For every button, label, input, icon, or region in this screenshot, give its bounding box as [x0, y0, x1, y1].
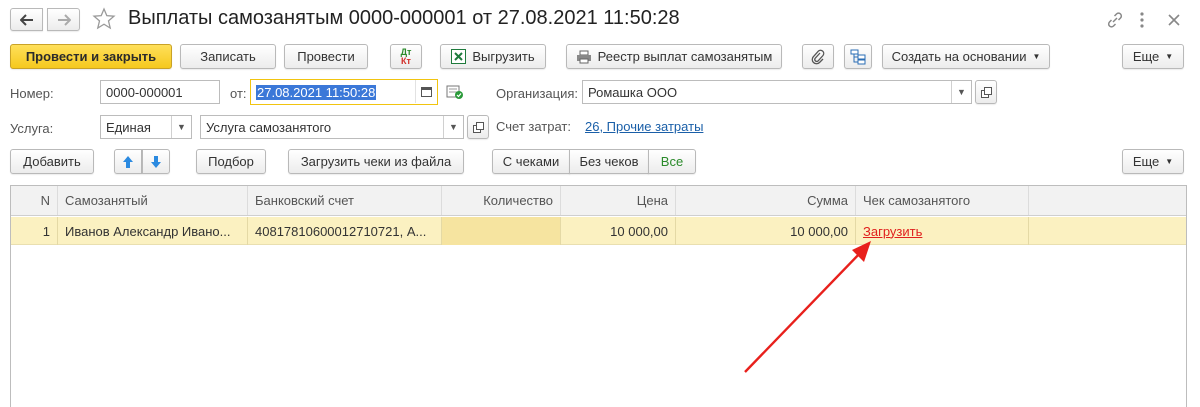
- number-label: Номер:: [10, 86, 54, 101]
- number-value: 0000-000001: [106, 84, 183, 100]
- organization-value: Ромашка ООО: [588, 84, 678, 100]
- add-row-label: Добавить: [23, 154, 81, 169]
- date-value: 27.08.2021 11:50:28: [256, 84, 377, 100]
- structure-button[interactable]: [844, 44, 872, 69]
- export-button[interactable]: Выгрузить: [440, 44, 546, 69]
- chevron-down-icon[interactable]: ▼: [443, 116, 463, 138]
- filter-with-receipts-button[interactable]: С чеками: [492, 149, 570, 174]
- row-account: 40817810600012710721, А...: [248, 217, 442, 245]
- close-icon[interactable]: [1166, 12, 1182, 28]
- write-label: Записать: [200, 49, 256, 64]
- filter-with-label: С чеками: [502, 154, 560, 169]
- move-up-button[interactable]: [114, 149, 142, 174]
- add-row-button[interactable]: Добавить: [10, 149, 94, 174]
- organization-label: Организация:: [496, 86, 579, 101]
- pick-label: Подбор: [208, 154, 254, 169]
- column-header-n[interactable]: N: [11, 186, 58, 215]
- chevron-down-icon[interactable]: ▼: [171, 116, 191, 138]
- open-form-icon: [472, 121, 484, 133]
- chevron-down-icon: ▼: [1165, 52, 1174, 61]
- paperclip-icon: [811, 49, 825, 64]
- create-based-label: Создать на основании: [891, 49, 1027, 64]
- back-button[interactable]: [10, 8, 43, 31]
- excel-icon: [451, 49, 467, 64]
- service-label: Услуга:: [10, 121, 54, 136]
- date-label: от:: [230, 86, 247, 101]
- number-field[interactable]: 0000-000001: [100, 80, 220, 104]
- load-receipts-button[interactable]: Загрузить чеки из файла: [288, 149, 464, 174]
- service-open-button[interactable]: [467, 115, 489, 139]
- arrow-down-icon: [151, 155, 161, 168]
- table-header: N Самозанятый Банковский счет Количество…: [11, 186, 1186, 216]
- printer-icon: [576, 50, 591, 63]
- write-button[interactable]: Записать: [180, 44, 276, 69]
- more-dots-icon[interactable]: [1138, 11, 1146, 29]
- filter-without-label: Без чеков: [579, 154, 639, 169]
- forward-button[interactable]: [47, 8, 80, 31]
- post-and-close-button[interactable]: Провести и закрыть: [10, 44, 172, 69]
- more-button-table[interactable]: Еще ▼: [1122, 149, 1184, 174]
- registry-label: Реестр выплат самозанятым: [597, 49, 773, 64]
- cost-account-link[interactable]: 26, Прочие затраты: [585, 119, 703, 134]
- chevron-down-icon[interactable]: ▼: [951, 81, 971, 103]
- row-sum: 10 000,00: [676, 217, 856, 245]
- move-down-button[interactable]: [142, 149, 170, 174]
- payments-table[interactable]: N Самозанятый Банковский счет Количество…: [10, 185, 1187, 407]
- window-title: Выплаты самозанятым 0000-000001 от 27.08…: [128, 7, 680, 29]
- arrow-right-icon: [57, 13, 71, 26]
- filter-without-receipts-button[interactable]: Без чеков: [569, 149, 649, 174]
- link-icon[interactable]: [1106, 11, 1124, 29]
- favorite-star-icon[interactable]: [92, 7, 116, 31]
- post-button[interactable]: Провести: [284, 44, 368, 69]
- service-value: Услуга самозанятого: [206, 119, 332, 135]
- post-label: Провести: [297, 49, 355, 64]
- service-type-value: Единая: [106, 119, 151, 135]
- service-field[interactable]: Услуга самозанятого ▼: [200, 115, 464, 139]
- export-label: Выгрузить: [472, 49, 535, 64]
- more-label-top: Еще: [1132, 49, 1160, 64]
- table-row[interactable]: 1 Иванов Александр Ивано... 408178106000…: [11, 217, 1186, 245]
- more-button-top[interactable]: Еще ▼: [1122, 44, 1184, 69]
- filter-all-button[interactable]: Все: [648, 149, 696, 174]
- create-based-button[interactable]: Создать на основании ▼: [882, 44, 1050, 69]
- load-receipt-link[interactable]: Загрузить: [863, 224, 922, 239]
- more-label-table: Еще: [1132, 154, 1160, 169]
- column-header-person[interactable]: Самозанятый: [58, 186, 248, 215]
- filter-all-label: Все: [660, 154, 684, 169]
- column-header-account[interactable]: Банковский счет: [248, 186, 442, 215]
- column-header-price[interactable]: Цена: [561, 186, 676, 215]
- row-person: Иванов Александр Ивано...: [58, 217, 248, 245]
- column-header-sum[interactable]: Сумма: [676, 186, 856, 215]
- post-and-close-label: Провести и закрыть: [25, 49, 157, 64]
- dt-kt-button[interactable]: Дт Кт: [390, 44, 422, 69]
- pick-button[interactable]: Подбор: [196, 149, 266, 174]
- date-field[interactable]: 27.08.2021 11:50:28: [250, 79, 438, 105]
- document-status-icon[interactable]: [446, 84, 464, 100]
- column-header-receipt[interactable]: Чек самозанятого: [856, 186, 1029, 215]
- open-form-icon: [980, 86, 992, 98]
- row-quantity[interactable]: [442, 217, 561, 245]
- kt-label: Кт: [401, 55, 411, 66]
- organization-field[interactable]: Ромашка ООО ▼: [582, 80, 972, 104]
- chevron-down-icon: ▼: [1032, 52, 1041, 61]
- service-type-select[interactable]: Единая ▼: [100, 115, 192, 139]
- dt-kt-icon: Дт Кт: [401, 47, 412, 66]
- structure-icon: [850, 49, 866, 64]
- arrow-left-icon: [19, 13, 33, 26]
- cost-account-label: Счет затрат:: [496, 119, 571, 134]
- load-receipts-label: Загрузить чеки из файла: [300, 154, 452, 169]
- arrow-up-icon: [123, 155, 133, 168]
- organization-open-button[interactable]: [975, 80, 997, 104]
- column-header-qty[interactable]: Количество: [442, 186, 561, 215]
- row-price: 10 000,00: [561, 217, 676, 245]
- calendar-icon[interactable]: [415, 80, 437, 103]
- chevron-down-icon: ▼: [1165, 157, 1174, 166]
- row-receipt-cell: Загрузить: [856, 217, 1029, 245]
- row-number: 1: [11, 217, 58, 245]
- registry-button[interactable]: Реестр выплат самозанятым: [566, 44, 782, 69]
- attach-button[interactable]: [802, 44, 834, 69]
